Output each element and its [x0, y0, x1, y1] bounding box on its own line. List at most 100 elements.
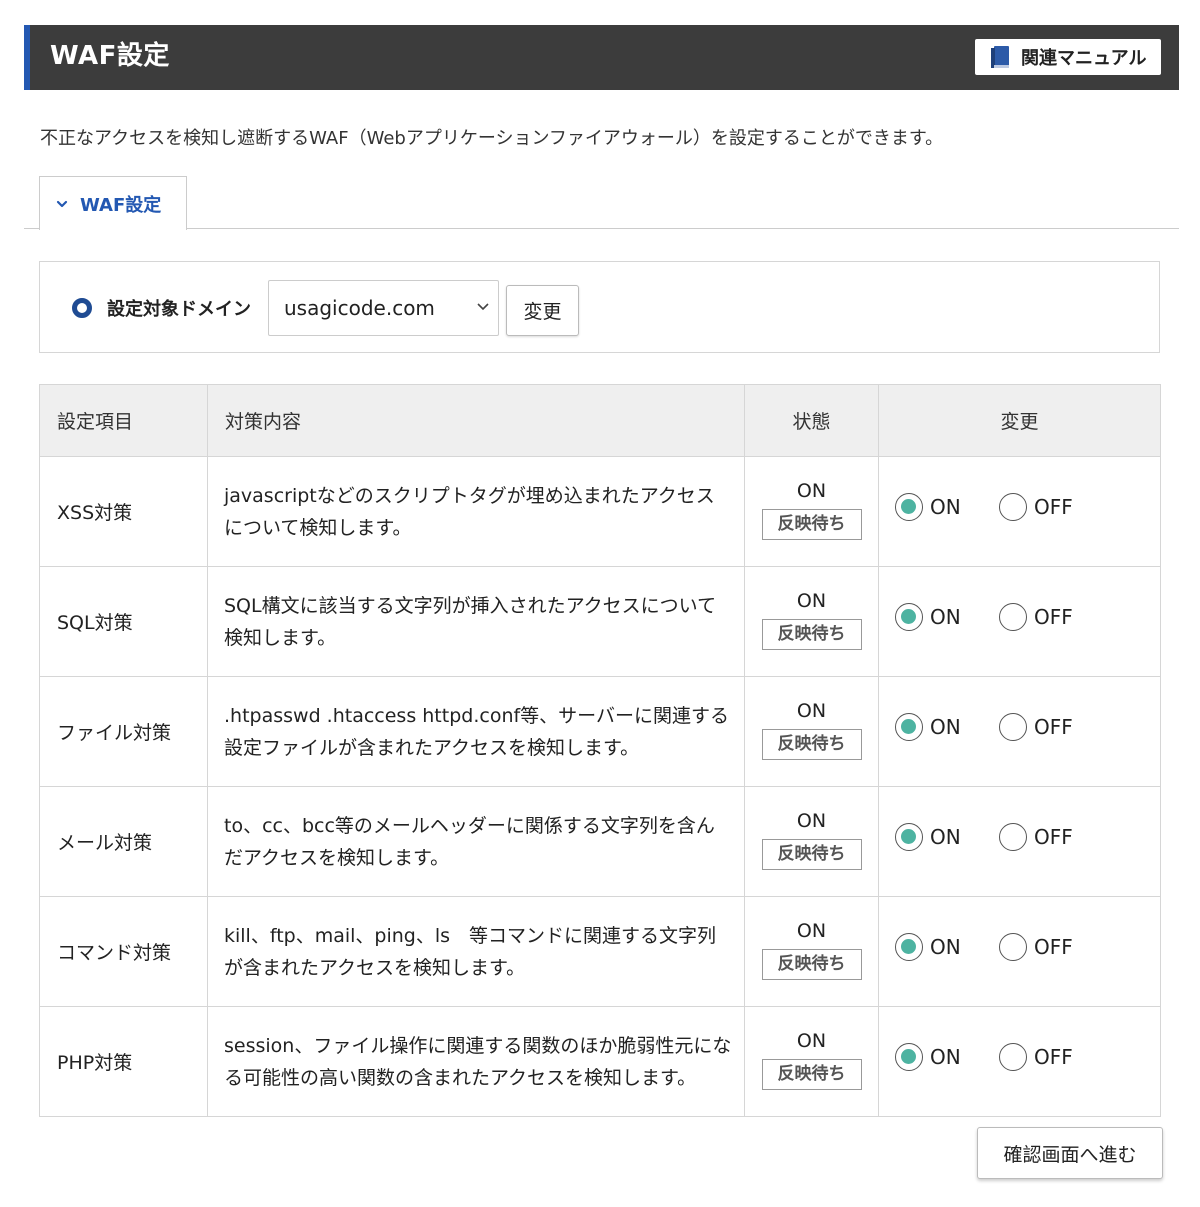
row-item-name: SQL対策	[39, 566, 208, 677]
tab-label: WAF設定	[80, 194, 162, 216]
row-state-value: ON	[796, 590, 827, 612]
row-change-cell: ON OFF	[878, 676, 1161, 787]
column-header-item: 設定項目	[39, 384, 208, 457]
radio-off-button[interactable]	[999, 713, 1027, 741]
row-description: .htpasswd .htaccess httpd.conf等、サーバーに関連す…	[207, 676, 745, 787]
row-state-cell: ON 反映待ち	[744, 1006, 879, 1117]
radio-on-option[interactable]: ON	[895, 603, 961, 631]
radio-on-option[interactable]: ON	[895, 493, 961, 521]
row-item-name: ファイル対策	[39, 676, 208, 787]
domain-radio-icon	[72, 298, 92, 318]
chevron-down-icon	[56, 200, 68, 207]
radio-off-label: OFF	[1034, 935, 1073, 959]
pending-status-badge: 反映待ち	[761, 1059, 862, 1090]
radio-on-button[interactable]	[895, 823, 923, 851]
row-state-cell: ON 反映待ち	[744, 566, 879, 677]
pending-status-badge: 反映待ち	[761, 949, 862, 980]
row-state-value: ON	[796, 810, 827, 832]
domain-select[interactable]: usagicode.com	[268, 280, 499, 336]
pending-status-badge: 反映待ち	[761, 729, 862, 760]
column-header-state: 状態	[744, 384, 879, 457]
row-state-value: ON	[796, 920, 827, 942]
radio-off-option[interactable]: OFF	[999, 933, 1073, 961]
row-state-value: ON	[796, 700, 827, 722]
row-state-cell: ON 反映待ち	[744, 456, 879, 567]
domain-change-button[interactable]: 変更	[506, 285, 579, 336]
radio-off-button[interactable]	[999, 603, 1027, 631]
table-header-row: 設定項目 対策内容 状態 変更	[39, 384, 1161, 457]
radio-off-button[interactable]	[999, 1043, 1027, 1071]
table-row: ファイル対策 .htpasswd .htaccess httpd.conf等、サー…	[39, 676, 1161, 787]
radio-off-option[interactable]: OFF	[999, 823, 1073, 851]
pending-status-badge: 反映待ち	[761, 619, 862, 650]
row-description: javascriptなどのスクリプトタグが埋め込まれたアクセスについて検知します…	[207, 456, 745, 567]
row-state-cell: ON 反映待ち	[744, 676, 879, 787]
row-change-cell: ON OFF	[878, 456, 1161, 567]
row-change-cell: ON OFF	[878, 896, 1161, 1007]
radio-on-button[interactable]	[895, 603, 923, 631]
radio-on-label: ON	[930, 715, 961, 739]
domain-selector-panel: 設定対象ドメイン usagicode.com 変更	[39, 261, 1160, 353]
radio-off-label: OFF	[1034, 715, 1073, 739]
table-row: SQL対策 SQL構文に該当する文字列が挿入されたアクセスについて検知します。 ON…	[39, 566, 1161, 677]
radio-on-button[interactable]	[895, 1043, 923, 1071]
radio-on-option[interactable]: ON	[895, 933, 961, 961]
row-description: kill、ftp、mail、ping、ls 等コマンドに関連する文字列が含まれた…	[207, 896, 745, 1007]
row-item-name: PHP対策	[39, 1006, 208, 1117]
radio-off-option[interactable]: OFF	[999, 603, 1073, 631]
radio-on-option[interactable]: ON	[895, 1043, 961, 1071]
radio-on-label: ON	[930, 495, 961, 519]
radio-off-option[interactable]: OFF	[999, 713, 1073, 741]
pending-status-badge: 反映待ち	[761, 839, 862, 870]
row-change-cell: ON OFF	[878, 786, 1161, 897]
radio-on-label: ON	[930, 605, 961, 629]
radio-off-button[interactable]	[999, 933, 1027, 961]
row-description: to、cc、bcc等のメールヘッダーに関係する文字列を含んだアクセスを検知します…	[207, 786, 745, 897]
table-row: XSS対策 javascriptなどのスクリプトタグが埋め込まれたアクセスについて…	[39, 456, 1161, 567]
row-item-name: コマンド対策	[39, 896, 208, 1007]
domain-label: 設定対象ドメイン	[107, 299, 251, 320]
radio-off-option[interactable]: OFF	[999, 493, 1073, 521]
row-change-cell: ON OFF	[878, 1006, 1161, 1117]
radio-on-button[interactable]	[895, 713, 923, 741]
waf-settings-table: 設定項目 対策内容 状態 変更 XSS対策 javascriptなどのスクリプトタ…	[39, 384, 1161, 1117]
page-title: WAF設定	[50, 41, 170, 71]
chevron-down-icon	[477, 303, 489, 311]
radio-off-option[interactable]: OFF	[999, 1043, 1073, 1071]
tab-divider	[24, 228, 1179, 229]
table-row: メール対策 to、cc、bcc等のメールヘッダーに関係する文字列を含んだアクセスを…	[39, 786, 1161, 897]
radio-off-label: OFF	[1034, 605, 1073, 629]
radio-on-label: ON	[930, 935, 961, 959]
radio-on-button[interactable]	[895, 933, 923, 961]
radio-on-button[interactable]	[895, 493, 923, 521]
radio-off-label: OFF	[1034, 495, 1073, 519]
page-description: 不正なアクセスを検知し遮断するWAF（Webアプリケーションファイアウォール）を…	[40, 128, 944, 149]
page-header: WAF設定 関連マニュアル	[24, 25, 1179, 90]
row-description: session、ファイル操作に関連する関数のほか脆弱性元になる可能性の高い関数の…	[207, 1006, 745, 1117]
column-header-change: 変更	[878, 384, 1161, 457]
radio-on-label: ON	[930, 1045, 961, 1069]
book-icon	[991, 46, 1009, 68]
row-item-name: メール対策	[39, 786, 208, 897]
radio-on-option[interactable]: ON	[895, 713, 961, 741]
domain-select-value: usagicode.com	[284, 296, 435, 320]
row-state-cell: ON 反映待ち	[744, 896, 879, 1007]
pending-status-badge: 反映待ち	[761, 509, 862, 540]
confirm-screen-button[interactable]: 確認画面へ進む	[977, 1127, 1163, 1179]
radio-on-label: ON	[930, 825, 961, 849]
row-state-cell: ON 反映待ち	[744, 786, 879, 897]
row-description: SQL構文に該当する文字列が挿入されたアクセスについて検知します。	[207, 566, 745, 677]
related-manual-label: 関連マニュアル	[1021, 48, 1147, 69]
radio-on-option[interactable]: ON	[895, 823, 961, 851]
table-row: PHP対策 session、ファイル操作に関連する関数のほか脆弱性元になる可能性の…	[39, 1006, 1161, 1117]
radio-off-button[interactable]	[999, 493, 1027, 521]
table-row: コマンド対策 kill、ftp、mail、ping、ls 等コマンドに関連する文字…	[39, 896, 1161, 1007]
radio-off-button[interactable]	[999, 823, 1027, 851]
row-change-cell: ON OFF	[878, 566, 1161, 677]
row-state-value: ON	[796, 1030, 827, 1052]
column-header-description: 対策内容	[207, 384, 745, 457]
related-manual-button[interactable]: 関連マニュアル	[975, 39, 1161, 75]
tab-waf-settings[interactable]: WAF設定	[39, 176, 187, 230]
row-state-value: ON	[796, 480, 827, 502]
radio-off-label: OFF	[1034, 1045, 1073, 1069]
